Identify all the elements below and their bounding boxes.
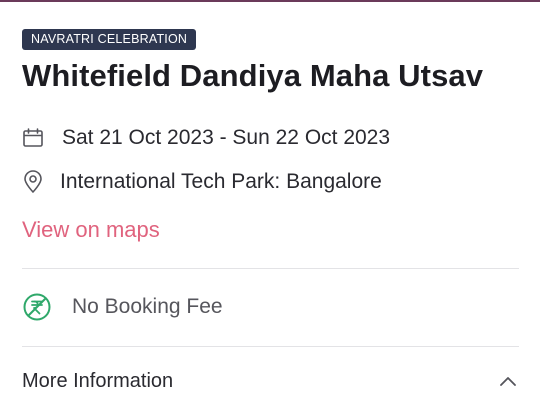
calendar-icon [22, 125, 48, 151]
booking-fee-text: No Booking Fee [72, 295, 223, 318]
booking-fee-row: No Booking Fee [22, 292, 223, 322]
event-venue-row: International Tech Park: Bangalore [22, 169, 382, 195]
view-on-maps-link[interactable]: View on maps [22, 217, 160, 243]
event-date-row: Sat 21 Oct 2023 - Sun 22 Oct 2023 [22, 125, 390, 151]
category-badge: NAVRATRI CELEBRATION [22, 29, 197, 50]
no-fee-rupee-icon [22, 292, 52, 322]
top-accent-bar [0, 0, 540, 2]
section-divider [22, 346, 519, 347]
event-title: Whitefield Dandiya Maha Utsav [22, 58, 484, 93]
chevron-up-icon[interactable] [499, 374, 517, 388]
section-divider [22, 268, 519, 269]
more-information-toggle[interactable]: More Information [22, 368, 519, 398]
more-information-label: More Information [22, 370, 174, 392]
event-date-text: Sat 21 Oct 2023 - Sun 22 Oct 2023 [62, 126, 391, 149]
event-venue-text: International Tech Park: Bangalore [60, 170, 382, 193]
location-pin-icon [22, 169, 48, 195]
